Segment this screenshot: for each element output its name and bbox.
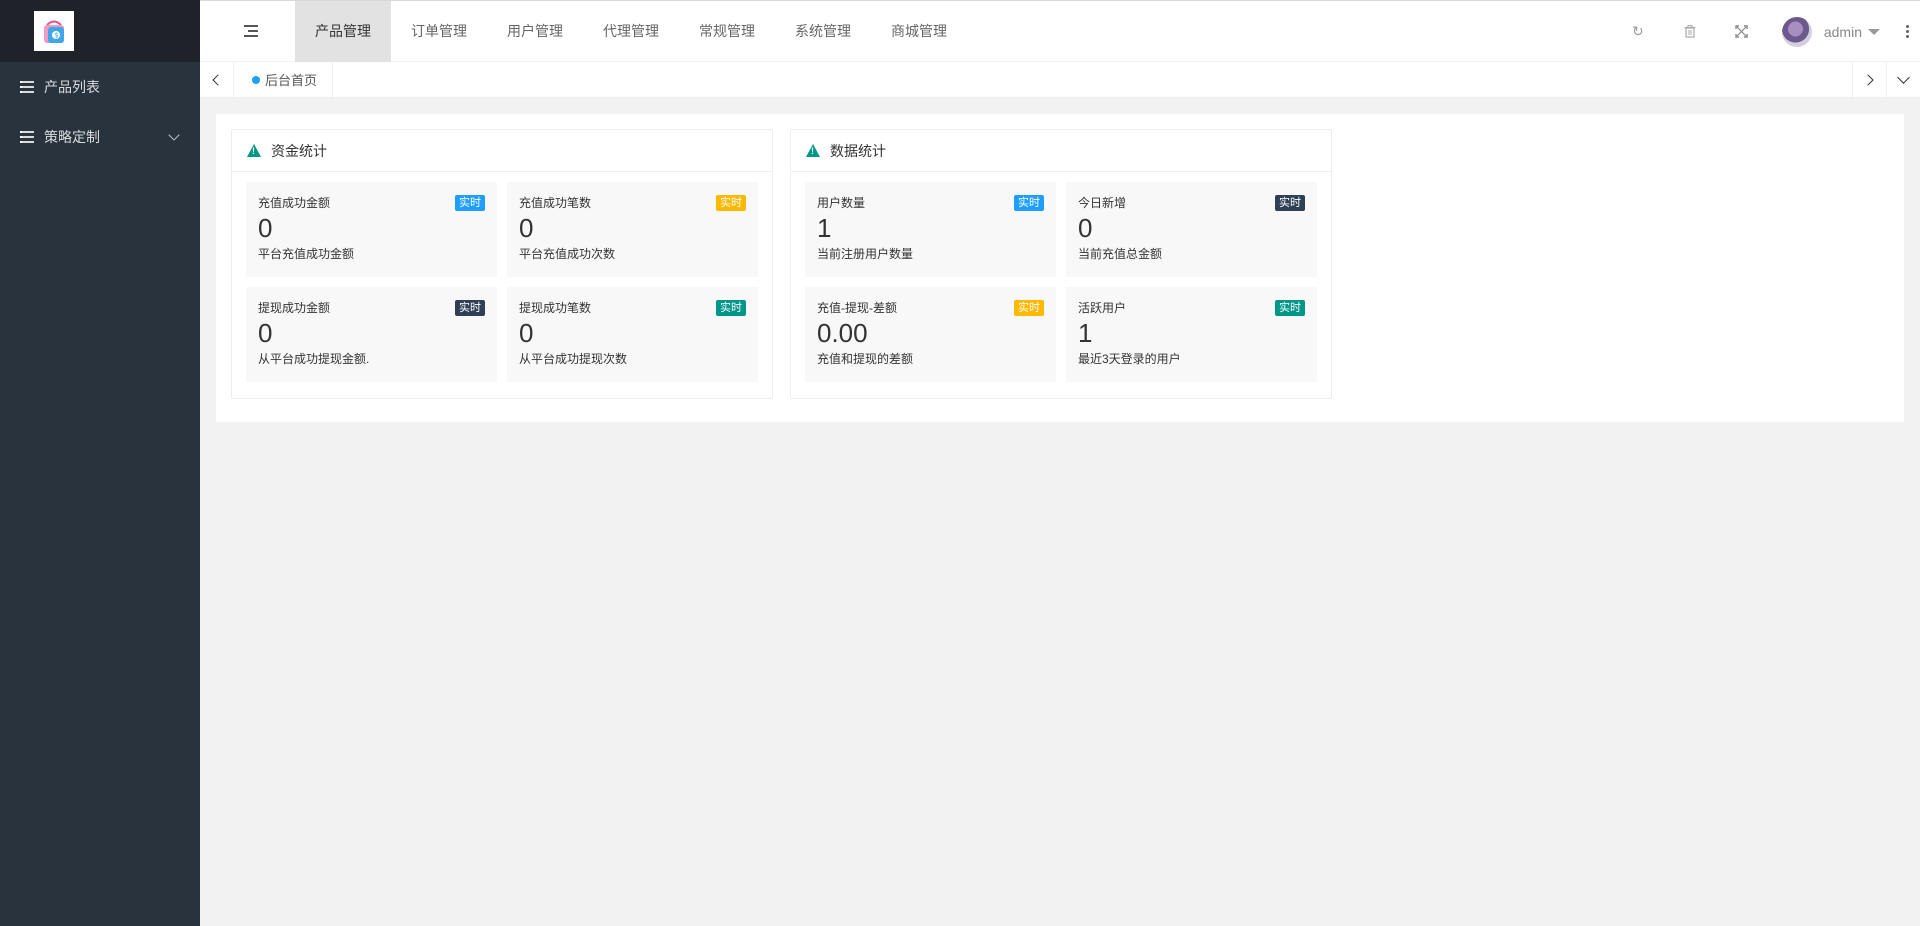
caret-down-icon (1868, 28, 1880, 35)
stat-value: 0 (519, 318, 534, 348)
top-nav: 产品管理 订单管理 用户管理 代理管理 常规管理 系统管理 商城管理 (295, 1, 967, 62)
sidebar-item-label: 策略定制 (44, 129, 100, 145)
stat-card: 充值-提现-差额 实时 0.00 充值和提现的差额 (805, 287, 1056, 382)
top-header: 产品管理 订单管理 用户管理 代理管理 常规管理 系统管理 商城管理 ↻ adm… (200, 0, 1920, 62)
tab-home-label: 后台首页 (265, 73, 318, 88)
tabs-bar: 后台首页 (200, 62, 1920, 98)
dot-icon (252, 75, 260, 84)
sidebar: $ 产品列表 策略定制 (0, 0, 200, 926)
stat-value: 0 (519, 213, 534, 243)
warning-icon (247, 144, 261, 157)
realtime-badge: 实时 (455, 300, 485, 316)
stat-title: 充值成功笔数 (519, 196, 592, 210)
nav-mall-management[interactable]: 商城管理 (871, 1, 967, 62)
fullscreen-icon[interactable] (1716, 1, 1768, 62)
stat-desc: 平台充值成功金额 (258, 247, 355, 261)
list-icon (20, 81, 34, 93)
panel-title: 数据统计 (830, 142, 886, 159)
stat-card: 今日新增 实时 0 当前充值总金额 (1066, 182, 1317, 277)
stat-card: 提现成功笔数 实时 0 从平台成功提现次数 (507, 287, 758, 382)
stat-card: 充值成功笔数 实时 0 平台充值成功次数 (507, 182, 758, 277)
logo-area: $ (0, 0, 200, 62)
shopping-bag-logo[interactable]: $ (34, 11, 74, 51)
realtime-badge: 实时 (1014, 300, 1044, 316)
stat-card: 活跃用户 实时 1 最近3天登录的用户 (1066, 287, 1317, 382)
stat-cards: 充值成功金额 实时 0 平台充值成功金额 充值成功笔数 实时 0 平台充值成功次… (246, 182, 758, 382)
stat-title: 充值成功金额 (258, 196, 331, 210)
data-panel: 数据统计 用户数量 实时 1 当前注册用户数量 今日新增 实时 0 当前充值总金… (790, 129, 1332, 399)
stat-desc: 当前注册用户数量 (817, 247, 914, 261)
realtime-badge: 实时 (1275, 300, 1305, 316)
stat-card: 充值成功金额 实时 0 平台充值成功金额 (246, 182, 497, 277)
stat-title: 今日新增 (1078, 196, 1127, 210)
chevron-down-icon (1897, 71, 1910, 84)
warning-icon (806, 144, 820, 157)
nav-product-management[interactable]: 产品管理 (295, 1, 391, 62)
tab-options-button[interactable] (1886, 62, 1920, 97)
trash-icon[interactable] (1664, 1, 1716, 62)
tab-prev-button[interactable] (200, 62, 234, 97)
stat-title: 充值-提现-差额 (817, 301, 897, 315)
sidebar-item-product-list[interactable]: 产品列表 (0, 62, 200, 112)
stat-desc: 充值和提现的差额 (817, 352, 914, 366)
user-menu[interactable]: admin (1768, 1, 1894, 62)
user-name: admin (1823, 23, 1862, 40)
stat-title: 提现成功笔数 (519, 301, 592, 315)
realtime-badge: 实时 (455, 195, 485, 211)
svg-text:$: $ (54, 32, 58, 40)
list-icon (20, 131, 34, 143)
refresh-icon[interactable]: ↻ (1612, 1, 1664, 62)
stat-desc: 平台充值成功次数 (519, 247, 616, 261)
panel-title: 资金统计 (271, 142, 327, 159)
stat-value: 1 (1078, 318, 1093, 348)
realtime-badge: 实时 (1275, 195, 1305, 211)
stat-cards: 用户数量 实时 1 当前注册用户数量 今日新增 实时 0 当前充值总金额 充值-… (805, 182, 1317, 382)
panel-header: 资金统计 (232, 130, 772, 172)
nav-user-management[interactable]: 用户管理 (487, 1, 583, 62)
realtime-badge: 实时 (716, 300, 746, 316)
stat-value: 0 (258, 318, 273, 348)
chevron-down-icon (168, 129, 180, 141)
nav-agent-management[interactable]: 代理管理 (583, 1, 679, 62)
realtime-badge: 实时 (1014, 195, 1044, 211)
avatar (1781, 16, 1812, 47)
stat-desc: 从平台成功提现金额. (258, 352, 370, 366)
side-menu: 产品列表 策略定制 (0, 62, 200, 162)
nav-system-management[interactable]: 系统管理 (775, 1, 871, 62)
stat-title: 提现成功金额 (258, 301, 331, 315)
stat-value: 0 (258, 213, 273, 243)
stat-title: 活跃用户 (1078, 301, 1127, 315)
sidebar-item-label: 产品列表 (44, 79, 100, 95)
header-tools: ↻ admin (1612, 1, 1920, 62)
tab-next-button[interactable] (1852, 62, 1886, 97)
tab-home[interactable]: 后台首页 (234, 62, 334, 97)
stat-value: 0.00 (817, 318, 868, 348)
chevron-left-icon (212, 73, 224, 86)
stat-value: 0 (1078, 213, 1093, 243)
panel-header: 数据统计 (791, 130, 1331, 172)
sidebar-item-strategy[interactable]: 策略定制 (0, 112, 200, 162)
main-content: 资金统计 充值成功金额 实时 0 平台充值成功金额 充值成功笔数 实时 0 平台… (216, 114, 1904, 422)
realtime-badge: 实时 (716, 195, 746, 211)
chevron-right-icon (1862, 73, 1874, 86)
stat-desc: 当前充值总金额 (1078, 247, 1163, 261)
stat-desc: 最近3天登录的用户 (1078, 352, 1181, 366)
funds-panel: 资金统计 充值成功金额 实时 0 平台充值成功金额 充值成功笔数 实时 0 平台… (231, 129, 773, 399)
nav-general-management[interactable]: 常规管理 (679, 1, 775, 62)
stat-value: 1 (817, 213, 832, 243)
collapse-menu-icon[interactable] (244, 25, 258, 37)
stat-title: 用户数量 (817, 196, 866, 210)
stat-desc: 从平台成功提现次数 (519, 352, 628, 366)
nav-order-management[interactable]: 订单管理 (391, 1, 487, 62)
stat-card: 用户数量 实时 1 当前注册用户数量 (805, 182, 1056, 277)
stat-card: 提现成功金额 实时 0 从平台成功提现金额. (246, 287, 497, 382)
more-vertical-icon[interactable] (1894, 1, 1920, 62)
